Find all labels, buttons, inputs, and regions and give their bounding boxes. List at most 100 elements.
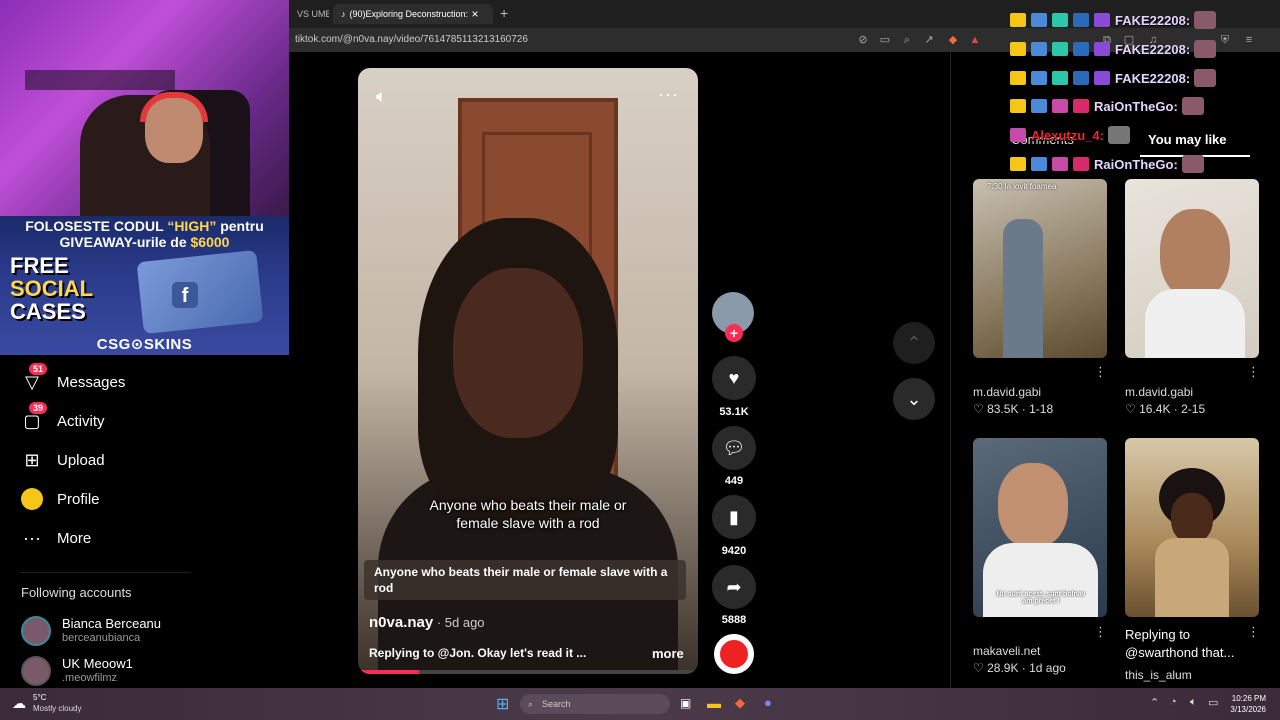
profile-icon — [20, 487, 44, 511]
browser-tab-active[interactable]: ♪ (90)Exploring Deconstruction: Ex × — [333, 4, 493, 24]
music-disc-icon[interactable] — [714, 634, 754, 674]
share-icon[interactable]: ↗ — [923, 34, 935, 46]
suggested-video-stats: ♡ 28.9K · 1d ago — [973, 661, 1066, 675]
sub-badge-icon — [1073, 13, 1089, 27]
gift-badge-icon — [1052, 71, 1068, 85]
tray-chevron-icon[interactable]: ⌃ — [1150, 696, 1159, 709]
brave-browser-icon[interactable]: ◆ — [735, 695, 745, 711]
following-account[interactable]: Bianca Berceanu berceanubianca — [21, 616, 191, 648]
author-name[interactable]: n0va.nay — [369, 614, 433, 631]
comment-icon: 💬︎ — [722, 437, 746, 458]
ad-social: SOCIAL — [10, 276, 94, 301]
bot-badge-icon — [1031, 42, 1047, 56]
bits-badge-icon — [1094, 42, 1110, 56]
nav-label: Upload — [57, 451, 105, 469]
start-windows-icon[interactable]: ⊞ — [496, 694, 516, 714]
chevron-down-icon: ⌄ — [906, 388, 922, 409]
vpn-icon[interactable]: ⛨ — [1219, 34, 1231, 46]
suggested-video-author[interactable]: makaveli.net — [973, 644, 1040, 658]
crown-badge-icon — [1010, 157, 1026, 171]
like-button[interactable]: ♥ — [712, 356, 756, 400]
save-button[interactable]: ▮ — [712, 495, 756, 539]
weather-desc[interactable]: Mostly cloudy — [33, 704, 81, 713]
video-author[interactable]: n0va.nay · 5d ago — [369, 614, 485, 631]
more-link[interactable]: more — [652, 646, 684, 661]
tab-you-may-like[interactable]: You may like — [1148, 132, 1227, 147]
emote-icon — [1194, 40, 1217, 58]
avatar — [21, 616, 51, 646]
person-face — [453, 268, 583, 438]
ad-code: “HIGH” — [167, 218, 217, 234]
taskbar-search[interactable]: ⌕ Search — [520, 694, 670, 714]
ad-free-social-cases: FREE SOCIAL CASES — [10, 254, 120, 323]
more-icon: ··· — [23, 527, 41, 548]
suggested-video-thumb[interactable] — [1125, 179, 1259, 358]
nav-messages[interactable]: ▽ 51 Messages — [20, 363, 125, 396]
follow-plus-icon[interactable]: + — [725, 324, 743, 342]
url-text[interactable]: tiktok.com/@n0va.nay/video/7614785113213… — [295, 34, 528, 45]
sub-badge-icon — [1073, 99, 1089, 113]
tab-title: (90)Exploring Deconstruction: Ex — [349, 9, 468, 19]
zoom-icon[interactable]: ⌕ — [901, 34, 913, 46]
thumb-shirt — [983, 543, 1098, 617]
clock-date[interactable]: 3/13/2026 — [1216, 705, 1266, 714]
bot-badge-icon — [1031, 99, 1047, 113]
suggested-video-author[interactable]: m.david.gabi — [973, 385, 1041, 399]
task-view-icon[interactable]: ▣ — [680, 696, 691, 710]
next-video-button[interactable]: ⌄ — [893, 378, 935, 420]
emote-icon — [1181, 97, 1204, 115]
wifi-icon[interactable]: ◔ — [1170, 696, 1177, 708]
share-arrow-icon: ➦ — [726, 576, 742, 597]
activity-badge: 39 — [29, 402, 48, 414]
more-options-icon[interactable]: ⋮ — [1247, 624, 1260, 640]
chat-message: RaiOnTheGo: — [1010, 96, 1204, 116]
crown-badge-icon — [1010, 71, 1026, 85]
ad-money: $6000 — [190, 234, 230, 250]
nav-upload[interactable]: ⊞ Upload — [20, 446, 105, 474]
following-account[interactable]: UK Meoow1 .meowfilmz — [21, 656, 191, 688]
nav-more[interactable]: ··· More — [20, 524, 91, 552]
suggested-video-thumb[interactable]: 7:30 la lovit foamea — [973, 179, 1107, 358]
menu-icon[interactable]: ≡ — [1243, 34, 1255, 46]
more-options-icon[interactable]: ⋮ — [1094, 364, 1107, 380]
ad-text: FOLOSESTE CODUL — [25, 218, 168, 234]
suggested-video-author[interactable]: m.david.gabi — [1125, 385, 1193, 399]
more-options-icon[interactable]: ··· — [658, 84, 679, 105]
nav-activity[interactable]: ▢ 39 Activity — [20, 402, 105, 435]
no-camera-icon[interactable]: ⊘ — [857, 34, 869, 46]
suggested-video-caption[interactable]: Replying to @swarthond that... — [1125, 626, 1250, 662]
chat-message: RaiOnTheGo: — [1010, 154, 1204, 174]
brave-shield-icon[interactable]: ◆ — [947, 34, 959, 46]
more-options-icon[interactable]: ⋮ — [1247, 364, 1260, 380]
suggested-video-thumb[interactable]: Nu sunt acest, sunt bolnav am precet ! — [973, 438, 1107, 617]
nav-label: Profile — [57, 490, 100, 508]
share-button[interactable]: ➦ — [712, 565, 756, 609]
cast-icon[interactable]: ▭ — [879, 34, 891, 46]
ad-free: FREE — [10, 253, 69, 278]
video-progress-bar[interactable] — [358, 670, 698, 674]
discord-icon[interactable]: ● — [764, 695, 772, 710]
ad-text: pentru — [216, 218, 264, 234]
new-tab-button[interactable]: + — [500, 5, 508, 21]
video-player[interactable]: 🔈︎ ··· Anyone who beats their male or fe… — [358, 68, 698, 674]
comment-button[interactable]: 💬︎ — [712, 426, 756, 470]
more-options-icon[interactable]: ⋮ — [1094, 624, 1107, 640]
previous-video-button[interactable]: ⌃ — [893, 322, 935, 364]
nav-profile[interactable]: Profile — [20, 485, 100, 513]
weather-cloud-icon[interactable]: ☁ — [12, 695, 26, 712]
file-explorer-icon[interactable]: ▬ — [707, 695, 721, 711]
close-tab-icon[interactable]: × — [472, 7, 479, 21]
clock-time[interactable]: 10:26 PM — [1226, 694, 1266, 703]
suggested-video-thumb[interactable] — [1125, 438, 1259, 617]
gift-badge-icon — [1052, 157, 1068, 171]
suggested-video-author[interactable]: this_is_alum — [1125, 668, 1192, 682]
browser-tab[interactable]: VS UMBR — [289, 4, 329, 24]
suggested-video-stats: ♡ 16.4K · 2-15 — [1125, 402, 1206, 416]
tiktok-favicon-icon: ♪ — [341, 9, 346, 19]
gift-badge-icon — [1052, 13, 1068, 27]
volume-icon[interactable]: 🔈︎ — [1190, 696, 1197, 709]
weather-temp[interactable]: 5°C — [33, 693, 46, 702]
volume-icon[interactable]: 🔈︎ — [376, 86, 387, 107]
brave-rewards-icon[interactable]: ▲ — [969, 34, 981, 46]
csgskins-logo: CSG⊙SKINS — [96, 336, 193, 353]
